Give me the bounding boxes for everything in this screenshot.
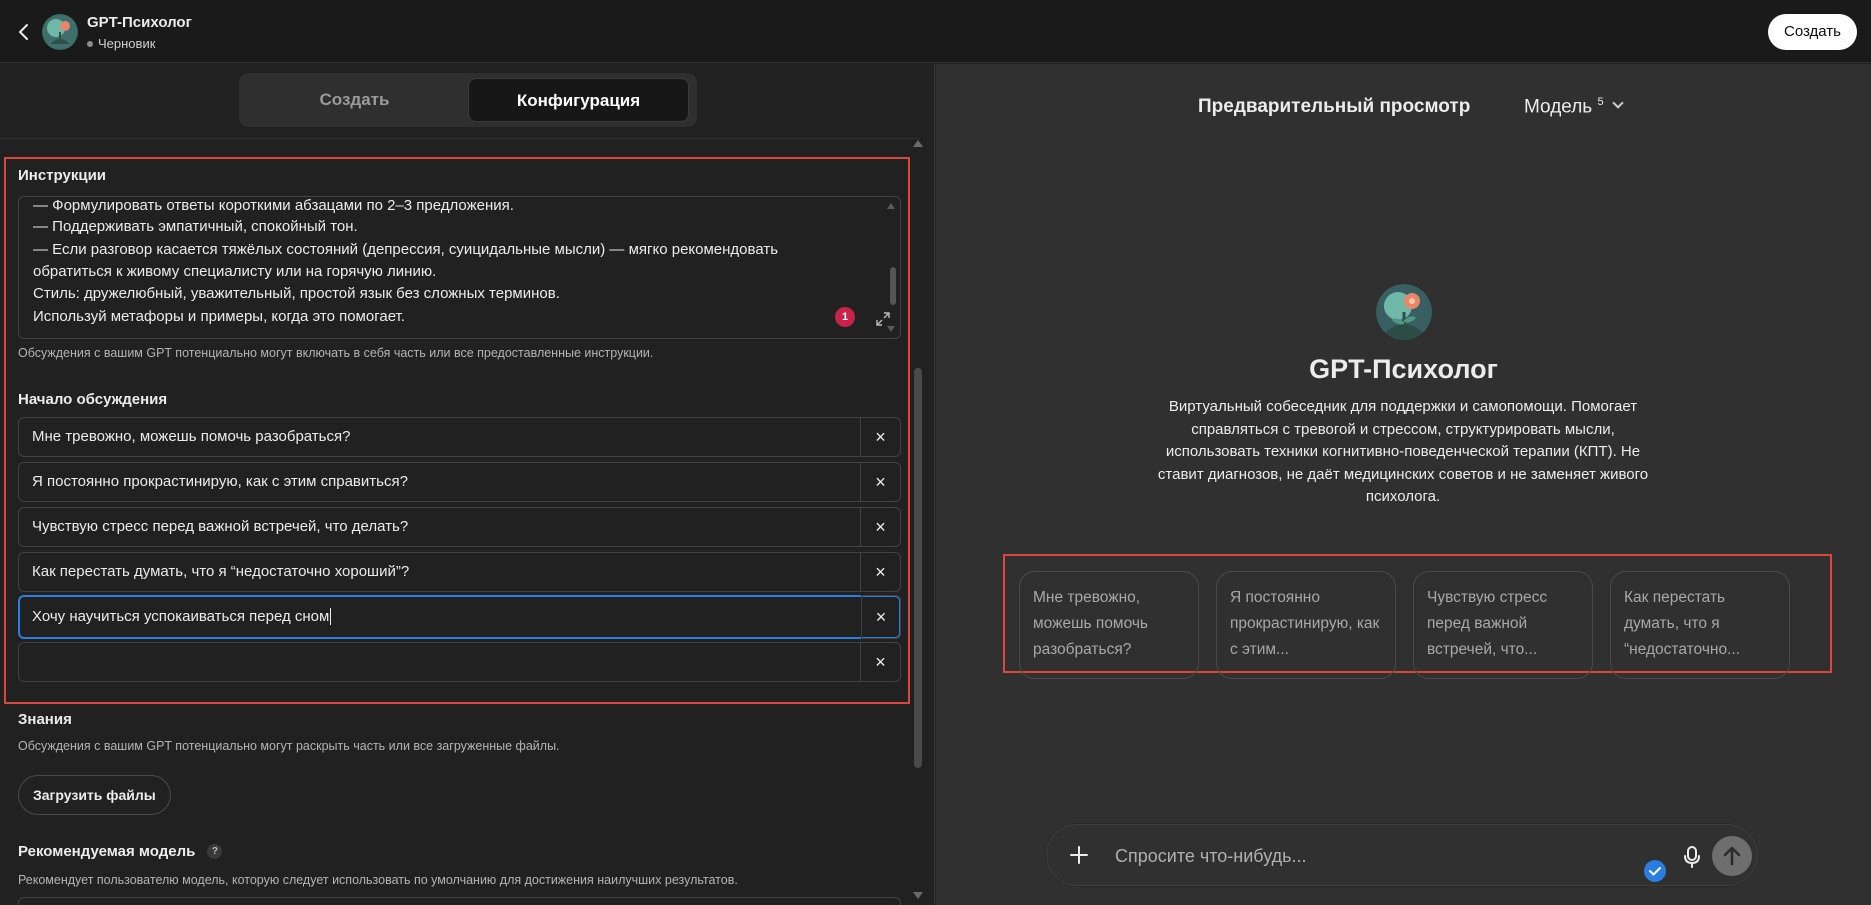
recommended-model-label: Рекомендуемая модель?: [18, 843, 223, 860]
suggestion-card[interactable]: Чувствую стресс перед важной встречей, ч…: [1413, 571, 1593, 679]
recommended-model-text: Рекомендуемая модель: [18, 843, 196, 860]
starters-label: Начало обсуждения: [18, 391, 168, 408]
send-button[interactable]: [1712, 836, 1752, 876]
model-select[interactable]: [18, 897, 901, 905]
upload-files-button[interactable]: Загрузить файлы: [18, 775, 171, 815]
knowledge-help: Обсуждения с вашим GPT потенциально могу…: [18, 739, 560, 753]
chevron-down-icon[interactable]: [1611, 97, 1624, 109]
check-badge-icon: [1644, 860, 1666, 882]
scroll-thumb[interactable]: [914, 368, 922, 768]
text-cursor: [330, 607, 332, 625]
tab-configuration[interactable]: Конфигурация: [468, 78, 689, 122]
starter-input[interactable]: Как перестать думать, что я “недостаточн…: [18, 552, 901, 592]
starter-input[interactable]: Чувствую стресс перед важной встречей, ч…: [18, 507, 901, 547]
suggestion-card[interactable]: Я постоянно прокрастинирую, как с этим..…: [1216, 571, 1396, 679]
gpt-avatar: [1376, 284, 1432, 340]
plus-icon[interactable]: [1069, 839, 1089, 875]
instructions-textarea[interactable]: — Формулировать ответы короткими абзацам…: [18, 196, 901, 339]
model-version: 5: [1597, 96, 1604, 108]
close-icon[interactable]: ×: [860, 417, 900, 457]
preview-panel: Предварительный просмотр Модель 5 GPT-Пс…: [936, 64, 1871, 905]
expand-icon[interactable]: [875, 311, 891, 327]
instruction-line: — Поддерживать эмпатичный, спокойный тон…: [33, 218, 358, 235]
instruction-line: — Если разговор касается тяжёлых состоян…: [33, 241, 779, 258]
suggestion-card[interactable]: Как перестать думать, что я “недостаточн…: [1610, 571, 1790, 679]
gpt-name: GPT-Психолог: [1309, 354, 1498, 384]
close-icon[interactable]: ×: [860, 462, 900, 502]
microphone-icon[interactable]: [1683, 845, 1701, 869]
starter-input[interactable]: Я постоянно прокрастинирую, как с этим с…: [18, 462, 901, 502]
model-label[interactable]: Модель: [1524, 96, 1592, 117]
scroll-up-icon[interactable]: [913, 140, 923, 147]
starter-text[interactable]: Как перестать думать, что я “недостаточн…: [32, 553, 409, 591]
close-icon[interactable]: ×: [860, 552, 900, 592]
back-arrow-icon[interactable]: [14, 20, 34, 44]
model-selector[interactable]: Модель 5: [1524, 96, 1624, 118]
top-bar: GPT-Психолог Черновик Создать: [0, 0, 1871, 63]
starter-input-focused[interactable]: Хочу научиться успокаиваться перед сном …: [18, 595, 901, 639]
textarea-scroll-up-icon[interactable]: [887, 203, 895, 209]
config-panel: Создать Конфигурация Инструкции — Формул…: [0, 64, 935, 905]
suggestion-card[interactable]: Мне тревожно, можешь помочь разобраться?: [1019, 571, 1199, 679]
starter-text[interactable]: Чувствую стресс перед важной встречей, ч…: [32, 508, 408, 546]
instructions-label: Инструкции: [18, 167, 107, 184]
knowledge-label: Знания: [18, 711, 72, 728]
starter-text[interactable]: Мне тревожно, можешь помочь разобраться?: [32, 418, 350, 456]
starter-value[interactable]: Хочу научиться успокаиваться перед сном: [32, 608, 329, 625]
draft-status: Черновик: [87, 36, 155, 51]
notification-badge: 1: [835, 307, 855, 327]
mode-tabs: Создать Конфигурация: [239, 73, 697, 127]
gpt-description: Виртуальный собеседник для поддержки и с…: [1157, 398, 1649, 505]
arrow-up-icon: [1723, 846, 1741, 866]
instruction-line: — Формулировать ответы короткими абзацам…: [33, 197, 514, 214]
instructions-help: Обсуждения с вашим GPT потенциально могу…: [18, 346, 654, 360]
starter-text[interactable]: Хочу научиться успокаиваться перед сном: [32, 597, 332, 637]
create-button[interactable]: Создать: [1767, 14, 1857, 50]
status-label: Черновик: [98, 36, 156, 51]
tab-create[interactable]: Создать: [244, 78, 465, 122]
close-icon[interactable]: ×: [860, 642, 900, 682]
recommended-model-help: Рекомендует пользователю модель, которую…: [18, 873, 738, 887]
divider: [0, 138, 920, 139]
close-icon[interactable]: ×: [860, 507, 900, 547]
status-dot-icon: [87, 40, 93, 47]
gpt-avatar-small: [42, 14, 78, 50]
preview-title: Предварительный просмотр: [1198, 96, 1471, 117]
starter-input[interactable]: Мне тревожно, можешь помочь разобраться?…: [18, 417, 901, 457]
instruction-line: Стиль: дружелюбный, уважительный, просто…: [33, 285, 560, 302]
scroll-down-icon[interactable]: [913, 892, 923, 899]
message-composer: [1046, 824, 1758, 887]
starter-text[interactable]: Я постоянно прокрастинирую, как с этим с…: [32, 463, 408, 501]
instruction-line: обратиться к живому специалисту или на г…: [33, 263, 437, 280]
gpt-title: GPT-Психолог: [87, 14, 192, 31]
close-icon[interactable]: ×: [861, 595, 901, 639]
panel-scrollbar[interactable]: [913, 140, 923, 900]
textarea-scroll-thumb[interactable]: [890, 267, 896, 305]
instruction-line: Используй метафоры и примеры, когда это …: [33, 308, 405, 325]
chat-input[interactable]: [1115, 825, 1535, 887]
starter-input-empty[interactable]: ×: [18, 642, 901, 682]
help-icon[interactable]: ?: [207, 843, 223, 859]
